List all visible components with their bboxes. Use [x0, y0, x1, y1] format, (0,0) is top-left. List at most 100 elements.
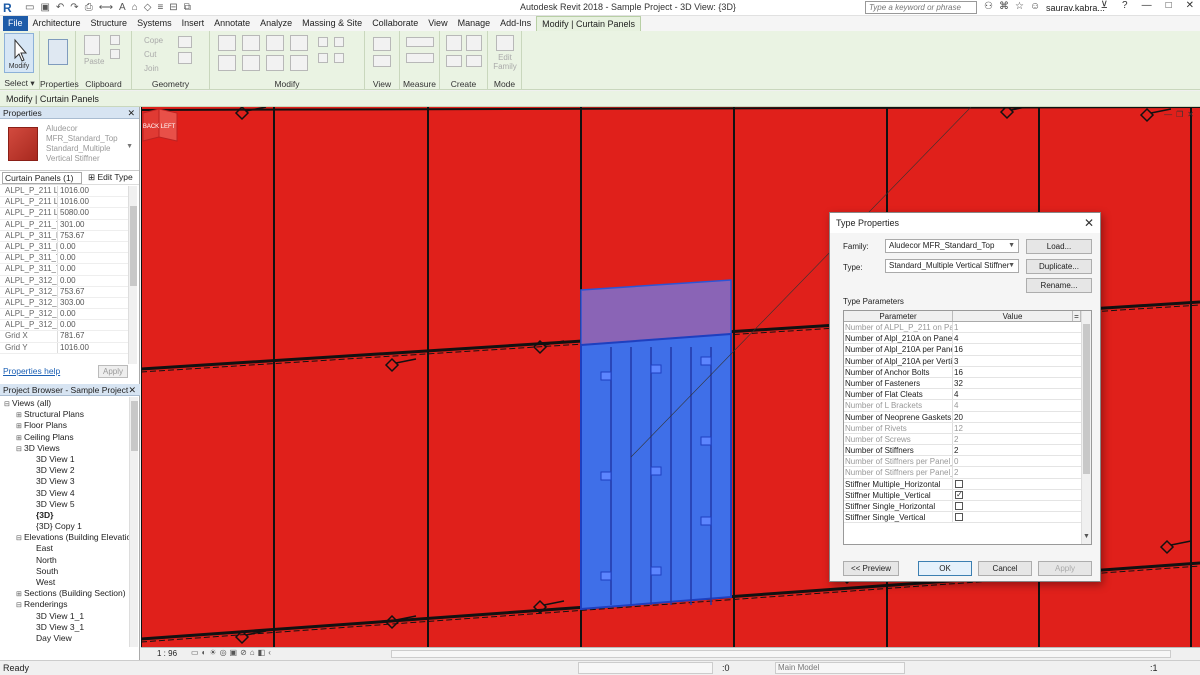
- edit-type-button[interactable]: ⊞ Edit Type: [88, 172, 133, 183]
- property-row[interactable]: ALPL_P_211 L...1016.00: [0, 186, 128, 198]
- scroll-down-icon[interactable]: ▼: [1083, 533, 1090, 540]
- parameter-row[interactable]: Number of Stiffners 2: [844, 445, 1091, 457]
- preview-button[interactable]: << Preview: [843, 561, 899, 576]
- property-value[interactable]: 753.67: [58, 231, 84, 241]
- maximize-icon[interactable]: □: [1166, 0, 1172, 11]
- cut-icon[interactable]: [110, 35, 120, 45]
- browser-item[interactable]: ⊞ Sections (Building Section): [0, 588, 140, 599]
- save-icon[interactable]: ▣: [40, 2, 49, 13]
- properties-help-link[interactable]: Properties help: [3, 366, 60, 376]
- parameter-value[interactable]: 32: [953, 378, 1073, 388]
- parameter-value[interactable]: 0: [953, 456, 1073, 466]
- parameter-value[interactable]: 1: [953, 322, 1073, 332]
- tab-manage[interactable]: Manage: [453, 16, 496, 31]
- parameter-row[interactable]: Stiffner Multiple_Vertical: [844, 489, 1091, 501]
- property-value[interactable]: 303.00: [58, 298, 84, 308]
- value-column-header[interactable]: Value: [953, 311, 1073, 321]
- property-value[interactable]: 1016.00: [58, 343, 89, 353]
- browser-item[interactable]: {3D} Copy 1: [0, 521, 140, 532]
- tab-systems[interactable]: Systems: [132, 16, 177, 31]
- parameter-value[interactable]: [953, 479, 1073, 489]
- create-parts-icon[interactable]: [466, 35, 482, 51]
- parameter-column-header[interactable]: Parameter: [844, 311, 953, 321]
- tab-analyze[interactable]: Analyze: [255, 16, 297, 31]
- parameter-value[interactable]: 16: [953, 344, 1073, 354]
- parameter-row[interactable]: Number of Neoprene Gaskets 20: [844, 411, 1091, 423]
- parameter-row[interactable]: Number of L Brackets 4: [844, 400, 1091, 412]
- text-icon[interactable]: A: [119, 2, 126, 13]
- parameter-row[interactable]: Number of Alpl_210A per Vertica 3: [844, 355, 1091, 367]
- grid-scrollbar[interactable]: ▼: [1081, 311, 1091, 544]
- parameter-checkbox[interactable]: [955, 479, 963, 488]
- binoculars-icon[interactable]: ⚇: [984, 1, 993, 12]
- browser-item[interactable]: ⊟ Renderings: [0, 599, 140, 610]
- cart-icon[interactable]: ⊻: [1101, 0, 1108, 11]
- undo-icon[interactable]: ↶: [56, 2, 64, 13]
- dialog-apply-button[interactable]: Apply: [1038, 561, 1092, 576]
- family-select[interactable]: Aludecor MFR_Standard_Top ▼: [885, 239, 1019, 253]
- property-row[interactable]: ALPL_P_311_B...753.67: [0, 230, 128, 242]
- offset-icon[interactable]: [242, 35, 260, 51]
- close-hidden-icon[interactable]: ⊟: [169, 2, 177, 13]
- browser-item[interactable]: ⊟ 3D Views: [0, 443, 140, 454]
- rotate-icon[interactable]: [266, 55, 284, 71]
- paint-icon[interactable]: [178, 52, 192, 64]
- user-icon[interactable]: ☺: [1030, 1, 1040, 12]
- trim-icon[interactable]: [290, 55, 308, 71]
- browser-item[interactable]: West: [0, 577, 140, 588]
- move-icon[interactable]: [218, 55, 236, 71]
- select-dropdown[interactable]: Select ▾: [0, 78, 39, 89]
- property-row[interactable]: ALPL_P_312_L...0.00: [0, 320, 128, 332]
- minimize-icon[interactable]: —: [1142, 0, 1152, 11]
- view-scale[interactable]: 1 : 96: [157, 649, 177, 658]
- browser-scrollbar[interactable]: [129, 397, 138, 647]
- parameter-value[interactable]: 12: [953, 423, 1073, 433]
- property-value[interactable]: 5080.00: [58, 208, 89, 218]
- split-icon[interactable]: [318, 37, 328, 47]
- property-value[interactable]: 1016.00: [58, 186, 89, 196]
- browser-item[interactable]: 3D View 5: [0, 499, 140, 510]
- parameter-row[interactable]: Number of Alpl_210A on Panel E4: [844, 333, 1091, 345]
- tab-view[interactable]: View: [423, 16, 452, 31]
- create-group-icon[interactable]: [446, 55, 462, 67]
- tab-massing-site[interactable]: Massing & Site: [297, 16, 367, 31]
- parameter-row[interactable]: Number of Stiffners per Panel_V 2: [844, 467, 1091, 479]
- parameter-value[interactable]: 16: [953, 367, 1073, 377]
- parameter-value[interactable]: [953, 489, 1073, 500]
- property-row[interactable]: ALPL_P_211 L...1016.00: [0, 197, 128, 209]
- property-row[interactable]: ALPL_P_311_T...0.00: [0, 253, 128, 265]
- browser-item[interactable]: ⊟ Elevations (Building Elevation: [0, 532, 140, 543]
- revit-logo[interactable]: R: [3, 1, 17, 15]
- open-icon[interactable]: ▭: [25, 2, 34, 13]
- property-row[interactable]: ALPL_P_312_B...0.00: [0, 275, 128, 287]
- align-icon[interactable]: [218, 35, 236, 51]
- chevron-down-icon[interactable]: ▼: [126, 143, 133, 150]
- parameter-value[interactable]: [953, 501, 1073, 511]
- parameter-row[interactable]: Number of Rivets 12: [844, 422, 1091, 434]
- apply-button[interactable]: Apply: [98, 365, 128, 378]
- mirror-icon[interactable]: [266, 35, 284, 51]
- browser-item[interactable]: 3D View 1: [0, 454, 140, 465]
- parameter-value[interactable]: 2: [953, 434, 1073, 444]
- cope-button[interactable]: Cope: [144, 36, 163, 45]
- duplicate-button[interactable]: Duplicate...: [1026, 259, 1092, 274]
- property-value[interactable]: 0.00: [58, 264, 76, 274]
- property-value[interactable]: 0.00: [58, 309, 76, 319]
- parameter-row[interactable]: Number of Anchor Bolts 16: [844, 366, 1091, 378]
- formula-column-header[interactable]: =: [1073, 311, 1081, 321]
- browser-item[interactable]: South: [0, 566, 140, 577]
- restore-icon[interactable]: ❐: [1176, 110, 1183, 119]
- parameter-value[interactable]: 4: [953, 400, 1073, 410]
- dimension-icon[interactable]: [406, 53, 434, 63]
- scale-icon[interactable]: [318, 53, 328, 63]
- property-row[interactable]: Grid X 781.67: [0, 331, 128, 343]
- browser-item[interactable]: North: [0, 555, 140, 566]
- type-select[interactable]: Standard_Multiple Vertical Stiffner ▼: [885, 259, 1019, 273]
- edit-family-button[interactable]: Edit Family: [490, 53, 520, 71]
- geometry-tool-icon[interactable]: [178, 36, 192, 48]
- view-control-icons[interactable]: ▭◐☀◎▣⊘⌂◧‹: [191, 648, 274, 657]
- browser-item[interactable]: 3D View 3_1: [0, 622, 140, 633]
- pin-icon[interactable]: [334, 53, 344, 63]
- parameter-row[interactable]: Stiffner Single_Vertical: [844, 512, 1091, 524]
- parameter-row[interactable]: Stiffner Multiple_Horizontal: [844, 478, 1091, 490]
